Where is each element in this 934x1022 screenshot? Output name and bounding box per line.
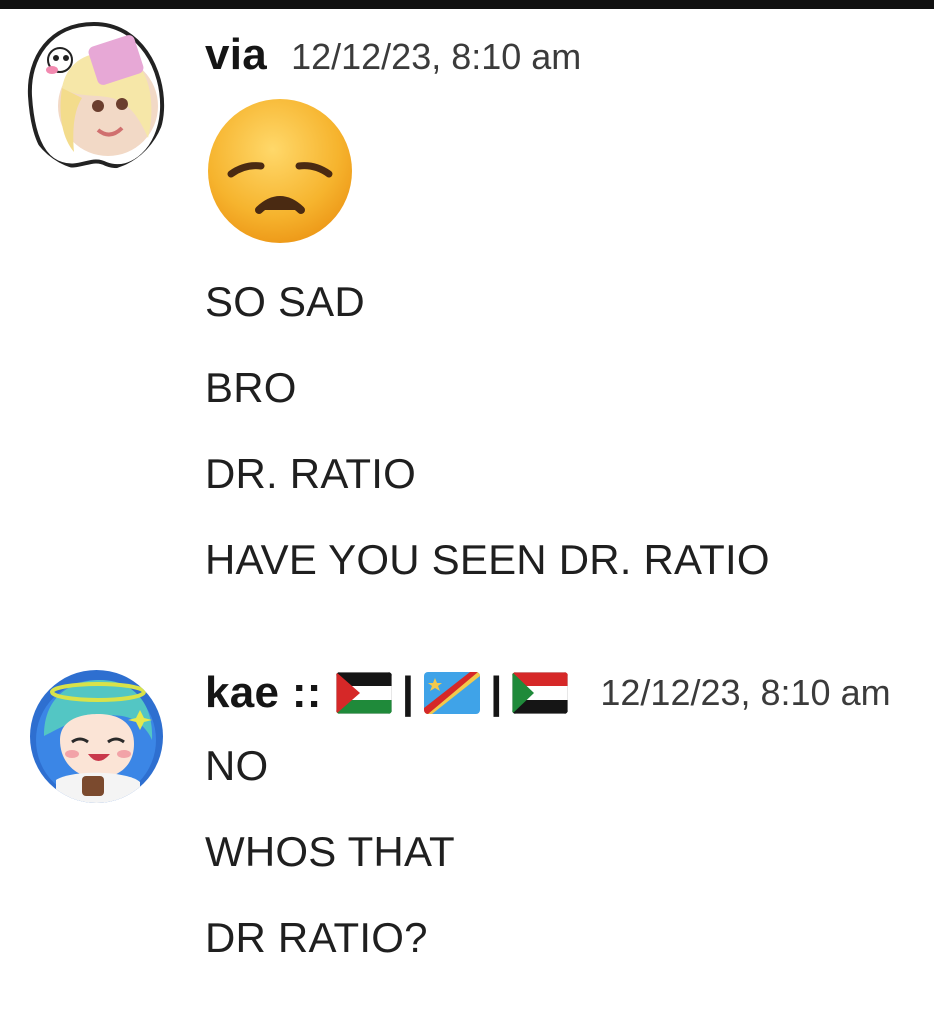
message-line: DR. RATIO: [205, 450, 417, 497]
message-line: BRO: [205, 364, 297, 411]
message-line: NO: [205, 742, 269, 789]
message-line: DR RATIO?: [205, 914, 428, 961]
flag-separator: |: [490, 668, 503, 717]
username-kae[interactable]: kae ::: [205, 668, 322, 718]
message-header-via: via 12/12/23, 8:10 am: [205, 30, 581, 80]
avatar-kae-image: [30, 670, 163, 803]
dr-congo-flag-icon: [424, 672, 481, 714]
message-line: SO SAD: [205, 278, 365, 325]
palestine-flag-icon: [335, 672, 392, 714]
avatar-via-image: [27, 21, 165, 169]
avatar-kae[interactable]: [30, 670, 163, 803]
message-header-kae: kae :: | | 12/12/23, 8:10 am: [205, 668, 891, 718]
message-line: WHOS THAT: [205, 828, 455, 875]
message-line: HAVE YOU SEEN DR. RATIO: [205, 536, 770, 583]
sudan-flag-icon: [512, 672, 569, 714]
top-status-bar: [0, 0, 934, 9]
disappointed-face-emoji: [205, 98, 355, 244]
avatar-via[interactable]: [22, 18, 167, 171]
username-via[interactable]: via: [205, 30, 267, 80]
timestamp-kae: 12/12/23, 8:10 am: [600, 672, 891, 713]
timestamp-via: 12/12/23, 8:10 am: [291, 36, 582, 77]
flag-separator: |: [401, 668, 415, 717]
